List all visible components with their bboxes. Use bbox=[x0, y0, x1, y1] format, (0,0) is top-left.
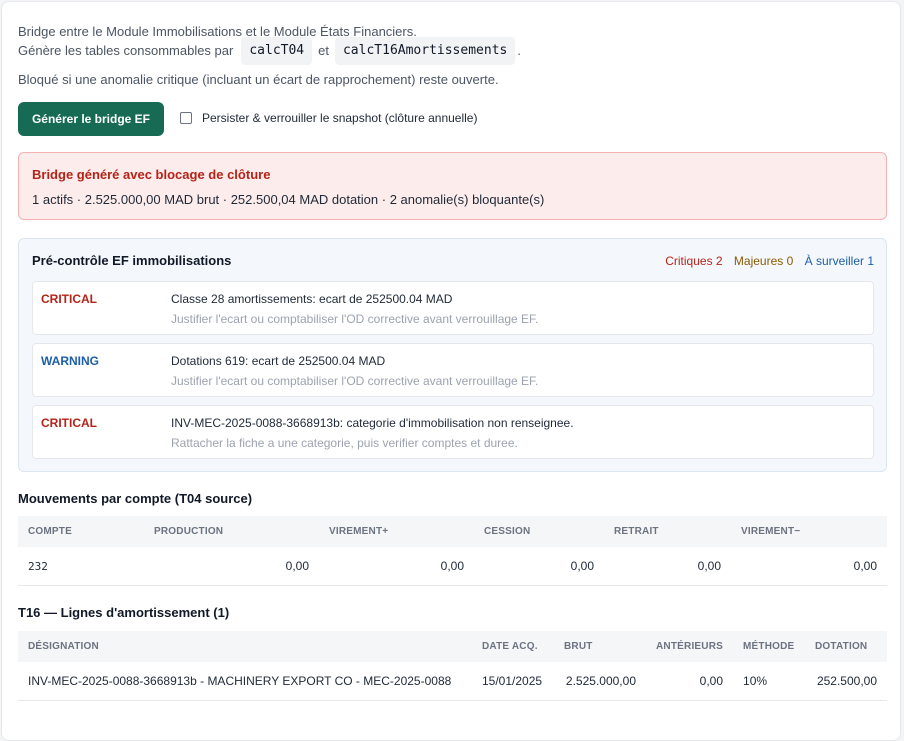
severity-counts: Critiques 2 Majeures 0 À surveiller 1 bbox=[657, 254, 874, 268]
column-header: DATE ACQ. bbox=[472, 631, 554, 662]
table-row: 232 0,00 0,00 0,00 0,00 0,00 bbox=[18, 547, 887, 586]
critical-count: Critiques 2 bbox=[665, 254, 723, 268]
issue-hint: Justifier l'ecart ou comptabiliser l'OD … bbox=[171, 374, 539, 388]
closing-block-alert: Bridge généré avec blocage de clôture 1 … bbox=[18, 152, 887, 220]
table-row: INV-MEC-2025-0088-3668913b - MACHINERY E… bbox=[18, 662, 887, 701]
intro-line-2-suffix: . bbox=[517, 43, 521, 58]
issue-level: CRITICAL bbox=[41, 292, 97, 306]
code-calc-t16: calcT16Amortissements bbox=[334, 37, 516, 65]
persist-label: Persister & verrouiller le snapshot (clô… bbox=[202, 111, 478, 125]
column-header: ANTÉRIEURS bbox=[646, 631, 734, 662]
t04-table: COMPTE PRODUCTION VIREMENT+ CESSION RETR… bbox=[18, 516, 887, 586]
cell-virement-plus: 0,00 bbox=[319, 547, 474, 586]
intro-line-3: Bloqué si une anomalie critique (incluan… bbox=[18, 72, 499, 87]
column-header: COMPTE bbox=[18, 516, 144, 547]
issue-hint: Justifier l'ecart ou comptabiliser l'OD … bbox=[171, 312, 539, 326]
intro-line-2: Génère les tables consommables par calcT… bbox=[18, 37, 521, 65]
issue-level: CRITICAL bbox=[41, 416, 97, 430]
column-header: MÉTHODE bbox=[733, 631, 806, 662]
issue-message: Classe 28 amortissements: ecart de 25250… bbox=[171, 292, 453, 306]
cell-methode: 10% bbox=[733, 662, 806, 701]
issue-hint: Rattacher la fiche a une categorie, puis… bbox=[171, 436, 518, 450]
column-header: VIREMENT+ bbox=[319, 516, 474, 547]
issue-item: CRITICAL Classe 28 amortissements: ecart… bbox=[32, 281, 874, 335]
cell-date-acq: 15/01/2025 bbox=[472, 662, 554, 701]
issue-level: WARNING bbox=[41, 354, 99, 368]
bridge-card: Bridge entre le Module Immobilisations e… bbox=[1, 1, 901, 741]
alert-body: 1 actifs · 2.525.000,00 MAD brut · 252.5… bbox=[32, 192, 545, 207]
cell-cession: 0,00 bbox=[474, 547, 604, 586]
intro-line-2-prefix: Génère les tables consommables par bbox=[18, 43, 234, 58]
column-header: DOTATION bbox=[805, 631, 887, 662]
precheck-panel: Pré-contrôle EF immobilisations Critique… bbox=[18, 238, 887, 472]
cell-designation: INV-MEC-2025-0088-3668913b - MACHINERY E… bbox=[18, 662, 472, 701]
code-calc-t04: calcT04 bbox=[241, 37, 313, 65]
t04-section-title: Mouvements par compte (T04 source) bbox=[18, 491, 253, 506]
column-header: CESSION bbox=[474, 516, 604, 547]
cell-anterieurs: 0,00 bbox=[646, 662, 734, 701]
column-header: PRODUCTION bbox=[144, 516, 319, 547]
cell-compte: 232 bbox=[18, 547, 144, 586]
column-header: DÉSIGNATION bbox=[18, 631, 472, 662]
cell-virement-minus: 0,00 bbox=[731, 547, 887, 586]
major-count: Majeures 0 bbox=[733, 254, 794, 268]
persist-checkbox[interactable] bbox=[180, 112, 192, 124]
t16-table: DÉSIGNATION DATE ACQ. BRUT ANTÉRIEURS MÉ… bbox=[18, 631, 887, 701]
alert-title: Bridge généré avec blocage de clôture bbox=[32, 167, 271, 182]
table-header-row: DÉSIGNATION DATE ACQ. BRUT ANTÉRIEURS MÉ… bbox=[18, 631, 887, 662]
generate-bridge-button[interactable]: Générer le bridge EF bbox=[18, 102, 164, 136]
precheck-title: Pré-contrôle EF immobilisations bbox=[32, 253, 232, 268]
watch-count: À surveiller 1 bbox=[804, 254, 874, 268]
column-header: BRUT bbox=[554, 631, 646, 662]
cell-production: 0,00 bbox=[144, 547, 319, 586]
issue-message: Dotations 619: ecart de 252500.04 MAD bbox=[171, 354, 386, 368]
column-header: RETRAIT bbox=[604, 516, 731, 547]
issue-message: INV-MEC-2025-0088-3668913b: categorie d'… bbox=[171, 416, 574, 430]
persist-snapshot-toggle[interactable]: Persister & verrouiller le snapshot (clô… bbox=[180, 111, 477, 125]
cell-dotation: 252.500,00 bbox=[805, 662, 887, 701]
cell-retrait: 0,00 bbox=[604, 547, 731, 586]
issue-item: WARNING Dotations 619: ecart de 252500.0… bbox=[32, 343, 874, 397]
column-header: VIREMENT− bbox=[731, 516, 887, 547]
table-header-row: COMPTE PRODUCTION VIREMENT+ CESSION RETR… bbox=[18, 516, 887, 547]
cell-brut: 2.525.000,00 bbox=[554, 662, 646, 701]
issue-item: CRITICAL INV-MEC-2025-0088-3668913b: cat… bbox=[32, 405, 874, 459]
intro-line-2-middle: et bbox=[318, 43, 329, 58]
t16-section-title: T16 — Lignes d'amortissement (1) bbox=[18, 605, 230, 620]
